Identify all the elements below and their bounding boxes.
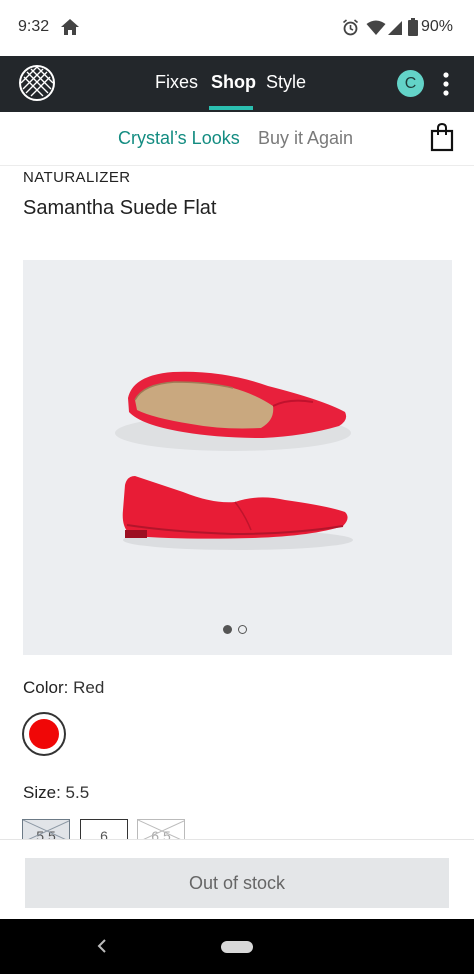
status-time: 9:32 xyxy=(18,18,50,35)
shoe-bottom xyxy=(122,476,353,550)
color-value: Red xyxy=(73,678,105,697)
wifi-icon xyxy=(366,20,386,35)
out-of-stock-button[interactable]: Out of stock xyxy=(25,858,449,908)
size-label: Size: 5.5 xyxy=(23,783,89,803)
size-option-5-5[interactable]: 5.5 xyxy=(22,819,70,841)
product-photo-shoes xyxy=(115,371,353,550)
color-swatch-red[interactable] xyxy=(22,712,66,756)
bottom-action-bar: Out of stock xyxy=(0,839,474,919)
product-name: Samantha Suede Flat xyxy=(23,197,217,219)
shoe-top xyxy=(115,371,351,451)
home-pill-button[interactable] xyxy=(221,941,253,953)
subtab-crystals-looks[interactable]: Crystal’s Looks xyxy=(118,128,240,149)
alarm-icon xyxy=(342,19,359,36)
color-label: Color: Red xyxy=(23,678,104,698)
battery-percent: 90% xyxy=(421,18,454,35)
subtab-buy-it-again[interactable]: Buy it Again xyxy=(258,128,353,149)
unavailable-strike-icon xyxy=(138,820,184,840)
shopping-bag-icon[interactable] xyxy=(430,122,454,152)
status-bar: 9:32 90% xyxy=(0,0,474,56)
signal-icon xyxy=(388,21,402,35)
tab-shop[interactable]: Shop xyxy=(211,72,256,93)
size-label-prefix: Size: xyxy=(23,783,61,802)
size-option-6-5[interactable]: 6.5 xyxy=(137,819,185,841)
product-brand: NATURALIZER xyxy=(23,169,131,186)
size-value: 5.5 xyxy=(65,783,90,802)
more-vert-icon[interactable] xyxy=(440,70,452,98)
tab-fixes[interactable]: Fixes xyxy=(155,72,198,93)
product-image[interactable] xyxy=(23,260,452,655)
pager-dot[interactable] xyxy=(238,625,247,634)
color-swatch-fill xyxy=(29,719,59,749)
stitch-fix-logo-icon[interactable] xyxy=(18,64,56,102)
unavailable-strike-icon xyxy=(23,820,69,840)
size-option-6[interactable]: 6 xyxy=(80,819,128,841)
color-label-prefix: Color: xyxy=(23,678,69,697)
home-icon xyxy=(61,19,79,35)
battery-icon xyxy=(408,18,418,36)
pager-dot-active[interactable] xyxy=(223,625,232,634)
active-tab-indicator xyxy=(209,106,253,110)
avatar[interactable]: C xyxy=(397,70,424,97)
android-nav-bar xyxy=(0,919,474,974)
app-header: Fixes Shop Style C xyxy=(0,56,474,112)
tab-style[interactable]: Style xyxy=(266,72,306,93)
back-chevron-icon[interactable] xyxy=(96,937,108,955)
sub-nav: Crystal’s Looks Buy it Again xyxy=(0,112,474,166)
